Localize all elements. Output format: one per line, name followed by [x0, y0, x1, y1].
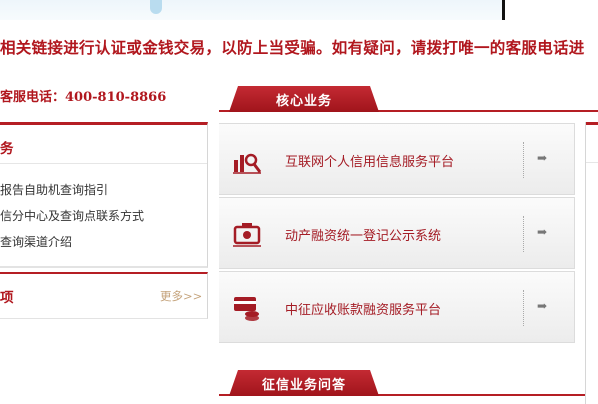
service-label: 动产融资统一登记公示系统: [285, 229, 442, 244]
divider: [523, 216, 524, 252]
qa-tab[interactable]: 征信业务问答: [229, 370, 379, 396]
divider: [586, 162, 598, 163]
divider: [0, 163, 207, 164]
service-hotline: 客服电话：400-810-8866: [0, 90, 167, 105]
arrow-right-icon[interactable]: ➡: [537, 299, 547, 313]
service-item-receivables-platform[interactable]: 中征应收账款融资服务平台 ➡: [219, 271, 575, 343]
divider: [523, 142, 524, 178]
service-label: 中征应收账款融资服务平台: [285, 303, 442, 318]
banner-drop-icon: [150, 0, 162, 14]
left-link-kiosk-guide[interactable]: 报告自助机查询指引: [0, 181, 108, 198]
panel-accent: [586, 122, 598, 125]
left-services-panel: 务 报告自助机查询指引 信分中心及查询点联系方式 查询渠道介绍: [0, 122, 208, 268]
banner-right-area: [505, 0, 598, 20]
more-link[interactable]: 更多>>: [160, 288, 202, 304]
arrow-right-icon[interactable]: ➡: [537, 225, 547, 239]
core-business-tab[interactable]: 核心业务: [229, 86, 379, 112]
qa-header: 征信业务问答: [219, 370, 585, 396]
receivables-card-icon: [234, 297, 259, 321]
left-link-query-channels[interactable]: 查询渠道介绍: [0, 233, 72, 250]
fraud-notice: 相关链接进行认证或金钱交易，以防上当受骗。如有疑问，请拨打唯一的客服电话进: [0, 38, 585, 57]
service-item-registration-system[interactable]: 动产融资统一登记公示系统 ➡: [219, 197, 575, 269]
credit-chart-icon: [233, 153, 261, 174]
left-panel-title: 务: [0, 141, 14, 157]
service-item-credit-platform[interactable]: 互联网个人信用信息服务平台 ➡: [219, 123, 575, 195]
core-business-header: 核心业务: [219, 86, 598, 112]
arrow-right-icon[interactable]: ➡: [537, 151, 547, 165]
divider: [523, 290, 524, 326]
service-label: 互联网个人信用信息服务平台: [285, 155, 455, 170]
left-panel2-title: 项: [0, 290, 14, 306]
right-panel-edge: [585, 122, 598, 404]
registration-icon: [233, 223, 261, 247]
left-secondary-panel: 项 更多>>: [0, 272, 208, 319]
left-link-branch-contacts[interactable]: 信分中心及查询点联系方式: [0, 207, 144, 224]
